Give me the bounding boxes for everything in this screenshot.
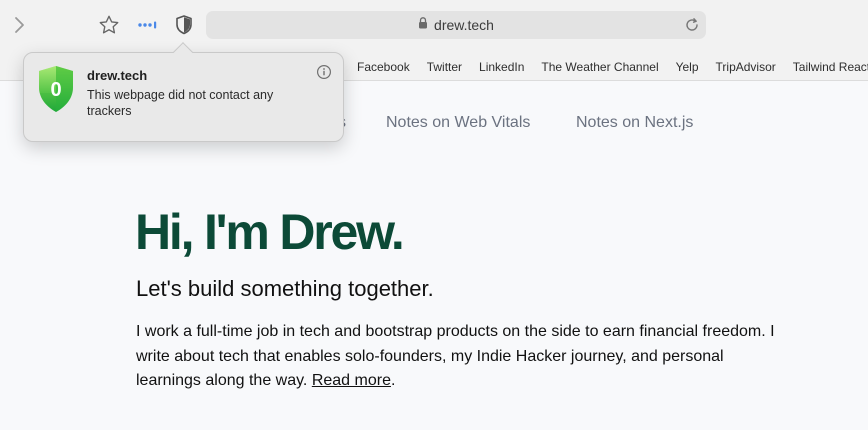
favorite-linkedin[interactable]: LinkedIn [479, 60, 524, 74]
privacy-report-popover: 0 drew.tech This webpage did not contact… [23, 42, 344, 142]
dotted-extension-icon[interactable] [136, 14, 160, 36]
star-icon[interactable] [97, 13, 121, 37]
nav-link-web-vitals[interactable]: Notes on Web Vitals [386, 114, 530, 132]
nav-link-nextjs[interactable]: Notes on Next.js [576, 114, 693, 132]
favorite-tripadvisor[interactable]: TripAdvisor [716, 60, 776, 74]
lock-icon [418, 16, 428, 34]
tracker-count: 0 [50, 79, 61, 101]
favorite-facebook[interactable]: Facebook [357, 60, 410, 74]
chevron-right-icon[interactable] [8, 14, 30, 36]
intro-text: I work a full-time job in tech and boots… [136, 323, 775, 389]
favorite-twitter[interactable]: Twitter [427, 60, 462, 74]
hero-title: Hi, I'm Drew. [135, 204, 405, 260]
browser-toolbar: drew.tech [0, 0, 868, 52]
address-bar[interactable]: drew.tech [206, 11, 706, 39]
favorite-weather-channel[interactable]: The Weather Channel [541, 60, 658, 74]
info-icon[interactable] [316, 64, 332, 80]
popover-message: This webpage did not contact any tracker… [87, 88, 274, 118]
intro-end: . [390, 372, 396, 389]
favorite-yelp[interactable]: Yelp [676, 60, 699, 74]
shield-badge-icon: 0 [39, 66, 73, 112]
intro-paragraph: I work a full-time job in tech and boots… [136, 320, 776, 394]
hero-subtitle: Let's build something together. [136, 276, 434, 301]
reload-icon[interactable] [684, 17, 700, 33]
read-more-link[interactable]: Read more [312, 372, 391, 389]
url-text: drew.tech [434, 17, 494, 33]
popover-domain: drew.tech [87, 68, 148, 83]
favorite-tailwind-react[interactable]: Tailwind React [793, 60, 868, 74]
shield-icon[interactable] [172, 13, 196, 37]
